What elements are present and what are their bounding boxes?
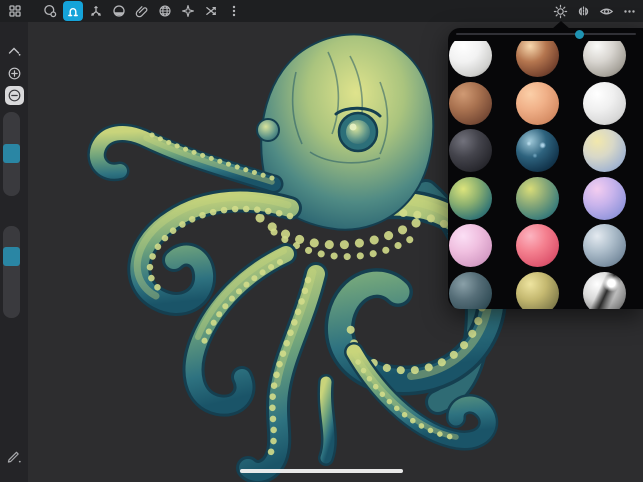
matcap-slate-teal[interactable]	[448, 271, 492, 309]
left-tool-sidebar	[0, 22, 28, 482]
visibility-eye-icon	[599, 8, 613, 14]
sculpt-app-window: { "app": {"type": "3d-sculpting-app", "d…	[0, 0, 643, 482]
apps-grid-icon	[9, 5, 21, 17]
matcap-cell	[582, 80, 626, 128]
toolbar-btn-scene-sphere[interactable]	[40, 1, 60, 21]
material-hemisphere-icon	[113, 5, 125, 17]
matcap-cell	[448, 80, 492, 128]
toolbar-btn-apps-grid[interactable]	[5, 1, 25, 21]
second-eye-bump	[256, 118, 280, 142]
matcap-cell	[515, 127, 559, 175]
matcap-clay-brown[interactable]	[448, 81, 492, 125]
matcap-cell	[582, 222, 626, 270]
matcap-cream-sky[interactable]	[582, 129, 626, 173]
matcap-charcoal[interactable]	[448, 129, 492, 173]
subtract-circle-icon	[8, 89, 20, 101]
matcap-grid	[448, 41, 643, 309]
matcap-copper[interactable]	[515, 41, 559, 78]
brush-intensity-slider-handle[interactable]	[3, 247, 20, 267]
matcap-cell	[515, 175, 559, 223]
matcap-cell	[515, 80, 559, 128]
slider-thumb[interactable]	[574, 30, 584, 39]
eyeball	[346, 120, 370, 144]
sidebar-btn-chevron-up[interactable]	[0, 40, 28, 62]
matcap-silver-pearl[interactable]	[582, 41, 626, 78]
matcap-dark-ocean[interactable]	[515, 129, 559, 173]
toolbar-btn-move-star[interactable]	[178, 1, 198, 21]
matcap-cell	[582, 270, 626, 309]
tentacle-left-loop	[127, 188, 302, 316]
home-indicator[interactable]	[240, 469, 403, 473]
matcap-rose[interactable]	[515, 224, 559, 268]
matcap-white-glossy[interactable]	[448, 41, 492, 78]
matcap-cell	[582, 175, 626, 223]
more-kebab-icon	[232, 5, 236, 17]
toolbar-btn-symmetry[interactable]	[573, 1, 593, 21]
paperclip-icon	[135, 6, 148, 18]
toolbar-btn-gizmo-tripod[interactable]	[86, 1, 106, 21]
tentacle-bottom-small	[317, 374, 337, 466]
arch-tool-icon	[68, 8, 78, 17]
matcap-cell	[515, 270, 559, 309]
matcap-porcelain[interactable]	[582, 81, 626, 125]
move-star-icon	[181, 4, 195, 18]
wireframe-globe-icon	[159, 5, 171, 17]
flip-arrows-icon	[206, 7, 216, 15]
matcap-green-teal[interactable]	[448, 176, 492, 220]
gizmo-tripod-icon	[91, 5, 101, 16]
slider-track[interactable]	[456, 33, 636, 35]
toolbar-btn-more-kebab[interactable]	[224, 1, 244, 21]
matcap-cell	[448, 175, 492, 223]
toolbar-btn-render-settings-sun[interactable]	[550, 1, 570, 21]
matcap-scroll-area[interactable]	[448, 41, 643, 309]
tentacle-front	[236, 262, 328, 482]
matcap-material-panel	[448, 21, 643, 309]
matcap-olive-khaki[interactable]	[515, 271, 559, 309]
toolbar-btn-visibility-eye[interactable]	[596, 1, 616, 21]
matcap-cell	[448, 222, 492, 270]
matcap-cell	[515, 41, 559, 80]
pencil-icon	[7, 451, 21, 463]
selected-highlight	[4, 85, 24, 105]
chevron-up-icon	[8, 47, 21, 56]
matcap-green-teal-2[interactable]	[515, 176, 559, 220]
toolbar-btn-flip-arrows[interactable]	[201, 1, 221, 21]
top-toolbar	[0, 0, 643, 22]
toolbar-btn-material-hemisphere[interactable]	[109, 1, 129, 21]
brush-size-slider-handle[interactable]	[3, 143, 20, 163]
matcap-cell	[515, 222, 559, 270]
brush-size-slider[interactable]	[3, 112, 20, 196]
matcap-skin-peach[interactable]	[515, 81, 559, 125]
sidebar-btn-add-circle[interactable]	[0, 62, 28, 84]
matcap-cell	[448, 41, 492, 80]
tentacle-upper-left	[87, 123, 284, 194]
matcap-steel-blue[interactable]	[582, 224, 626, 268]
toolbar-btn-more-ellipsis[interactable]	[619, 1, 639, 21]
more-ellipsis-icon	[623, 9, 635, 13]
matcap-cell	[582, 127, 626, 175]
matcap-lavender-pink[interactable]	[582, 176, 626, 220]
matcap-cell	[448, 270, 492, 309]
toolbar-btn-wireframe-globe[interactable]	[155, 1, 175, 21]
sidebar-btn-subtract-circle[interactable]	[0, 84, 28, 106]
brush-intensity-slider[interactable]	[3, 226, 20, 318]
octopus-head	[255, 33, 435, 261]
symmetry-icon	[578, 5, 588, 17]
toolbar-right-group	[550, 1, 639, 21]
toolbar-btn-arch-tool[interactable]	[63, 1, 83, 21]
matcap-cell	[582, 41, 626, 80]
matcap-cell	[448, 127, 492, 175]
scene-sphere-icon	[44, 4, 57, 18]
render-settings-sun-icon	[553, 4, 567, 18]
matcap-chrome[interactable]	[582, 271, 626, 309]
toolbar-left-group	[40, 1, 244, 21]
add-circle-icon	[8, 67, 20, 79]
sidebar-btn-pencil-mode[interactable]	[0, 446, 28, 464]
toolbar-btn-paperclip[interactable]	[132, 1, 152, 21]
eye-glint	[349, 123, 357, 131]
matcap-pale-pink[interactable]	[448, 224, 492, 268]
matcap-intensity-slider[interactable]	[456, 28, 636, 41]
